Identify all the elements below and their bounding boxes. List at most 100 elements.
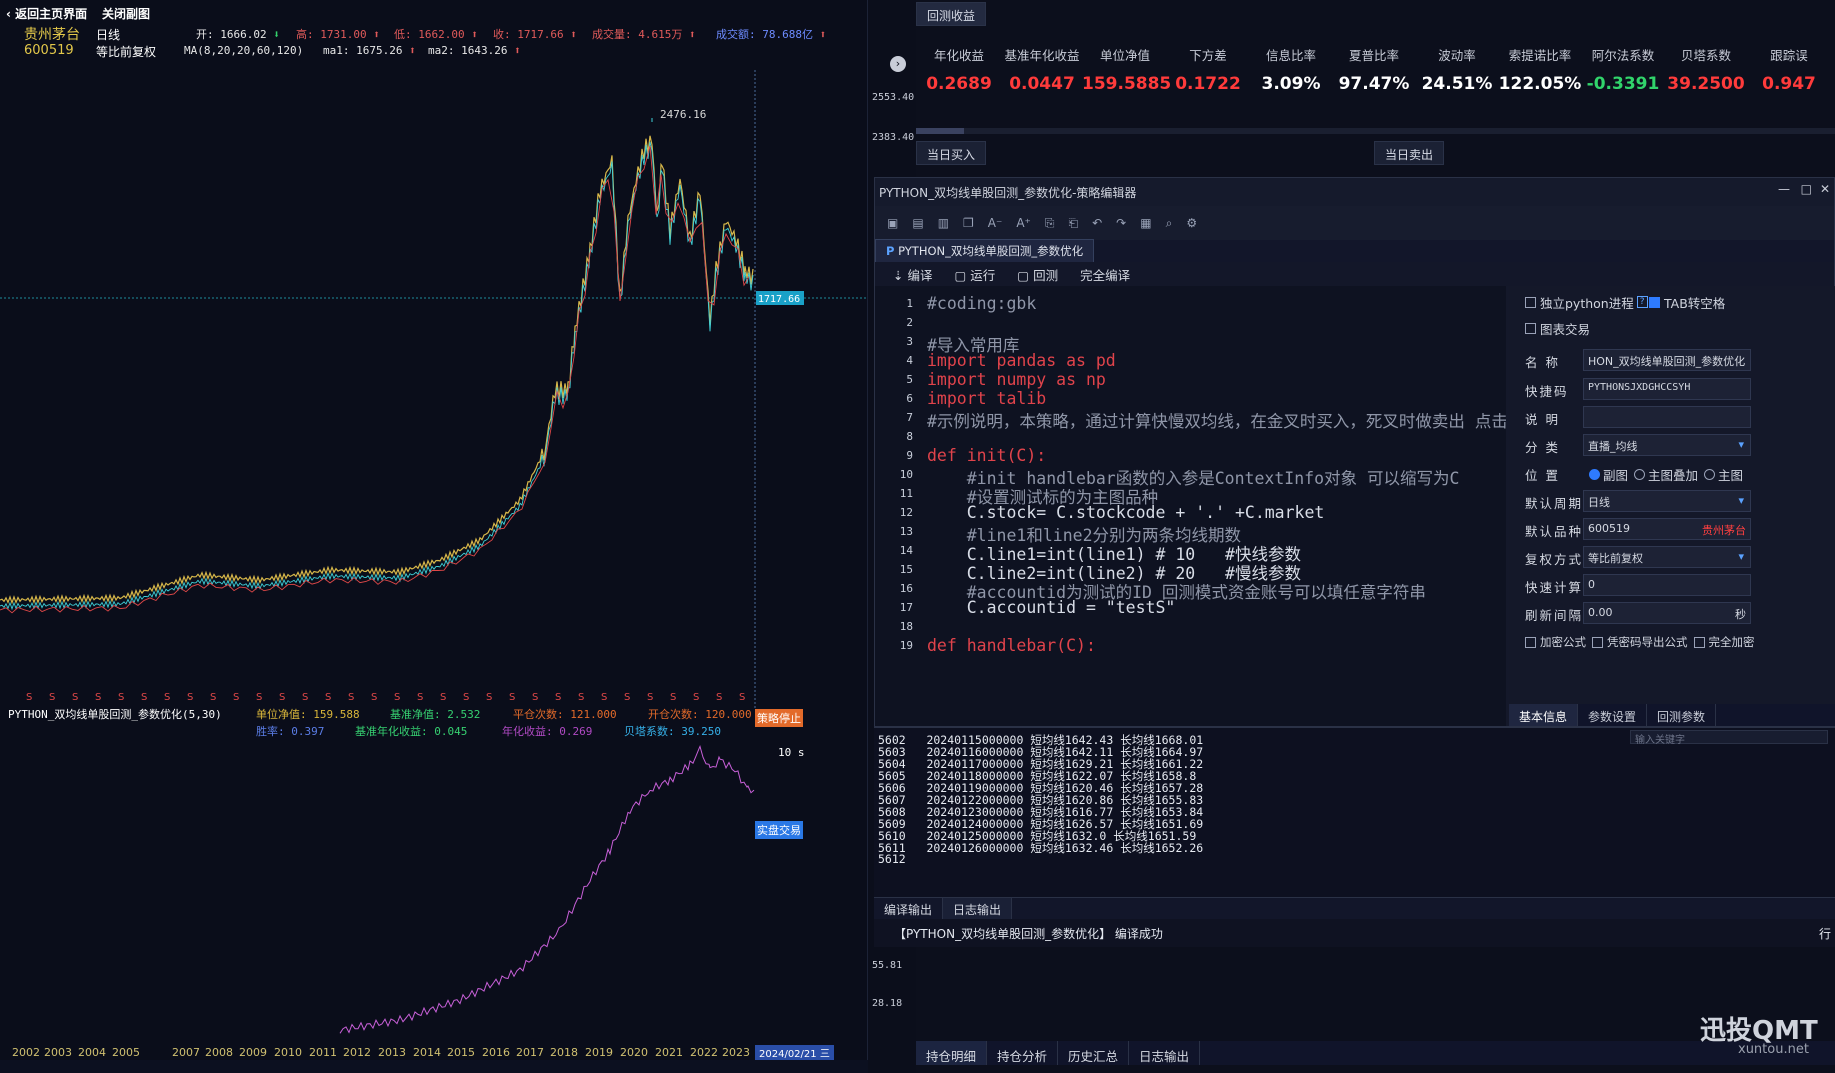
checkbox-checked-icon[interactable]: [1649, 296, 1660, 308]
year-tick: 2011: [309, 1046, 337, 1059]
tab-backtest-params[interactable]: 回测参数: [1647, 704, 1717, 726]
ma-params[interactable]: MA(8,20,20,60,120): [184, 44, 303, 57]
checkbox-icon[interactable]: [1525, 636, 1536, 648]
tab-positions[interactable]: 持仓明细: [916, 1041, 988, 1065]
category-select[interactable]: 直播_均线 ▾: [1583, 434, 1751, 456]
font-larger-icon[interactable]: A⁺: [1016, 216, 1031, 230]
name-field[interactable]: HON_双均线单股回测_参数优化: [1583, 349, 1751, 371]
tab-position-analysis[interactable]: 持仓分析: [987, 1041, 1059, 1065]
pos-main-label[interactable]: 主图: [1718, 465, 1743, 484]
tab-history-summary[interactable]: 历史汇总: [1058, 1041, 1130, 1065]
category-label: 分 类: [1525, 439, 1560, 455]
year-tick: 2009: [239, 1046, 267, 1059]
radio-icon[interactable]: [1634, 468, 1646, 480]
tab-buy-today[interactable]: 当日买入: [916, 141, 987, 165]
pos-sub-label[interactable]: 副图: [1603, 465, 1628, 484]
checkbox-icon[interactable]: [1525, 322, 1536, 334]
radio-icon[interactable]: [1704, 468, 1716, 480]
chart-trade-option[interactable]: 图表交易: [1525, 316, 1590, 340]
collapse-icon[interactable]: ›: [890, 56, 906, 72]
ma-line: [0, 141, 754, 611]
checkbox-icon[interactable]: [1693, 636, 1705, 648]
undo-icon[interactable]: ↶: [1092, 216, 1102, 230]
radio-selected-icon[interactable]: [1589, 468, 1600, 480]
log-output[interactable]: 输入关键字 5602 20240115000000 短均线1642.43 长均线…: [874, 727, 1835, 897]
run-button[interactable]: ▢ 运行: [954, 265, 995, 284]
tab-sell-today[interactable]: 当日卖出: [1374, 141, 1445, 165]
maximize-icon[interactable]: □: [1801, 182, 1812, 196]
full-compile-button[interactable]: 完全编译: [1080, 265, 1130, 284]
minimize-icon[interactable]: —: [1778, 182, 1790, 196]
copy-icon[interactable]: ❐: [963, 216, 974, 230]
period-label[interactable]: 日线: [96, 26, 120, 43]
export-label[interactable]: 凭密码导出公式: [1607, 634, 1688, 650]
font-smaller-icon[interactable]: A⁻: [988, 216, 1003, 230]
log-search-input[interactable]: 输入关键字: [1630, 730, 1828, 746]
strategy-stop-button[interactable]: 策略停止: [755, 709, 803, 727]
close-subchart-link[interactable]: 关闭副图: [102, 5, 150, 22]
metric-5: 夏普比率 97.47%: [1331, 45, 1417, 94]
search-icon[interactable]: ⌕: [1166, 216, 1173, 231]
close-icon[interactable]: ✕: [1820, 182, 1830, 196]
metric-value: 39.2500: [1667, 74, 1745, 94]
adjust-label[interactable]: 等比前复权: [96, 43, 156, 60]
year-tick: 2012: [343, 1046, 371, 1059]
full-encrypt-label[interactable]: 完全加密: [1709, 634, 1755, 650]
adjust-select[interactable]: 等比前复权 ▾: [1583, 546, 1751, 568]
symbol-field[interactable]: 600519 贵州茅台: [1583, 518, 1751, 540]
sell-signal: S: [187, 692, 193, 703]
chevron-down-icon: ▾: [1738, 550, 1744, 563]
tab-log[interactable]: 日志输出: [1129, 1041, 1201, 1065]
line-number: 14: [899, 544, 913, 557]
period-select[interactable]: 日线 ▾: [1583, 490, 1751, 512]
code-editor[interactable]: 1 2 3 4 5 6 7 8 9 10 11 12 13 14 15 16 17 18 19 #coding:gb…: [875, 286, 1506, 726]
metric-7: 索提诺比率 122.05%: [1497, 45, 1583, 94]
metric-0: 年化收益 0.2689: [916, 45, 1002, 94]
year-tick: 2015: [447, 1046, 475, 1059]
year-tick: 2021: [655, 1046, 683, 1059]
refresh-field[interactable]: 0.00 秒: [1583, 602, 1751, 624]
tab-backtest-returns[interactable]: 回测收益: [916, 2, 987, 26]
sell-signal: S: [164, 692, 170, 703]
code-line[interactable]: #coding:gbk: [927, 294, 1036, 316]
nav-subchart[interactable]: [0, 730, 868, 1035]
tab-log-output[interactable]: 日志输出: [943, 898, 1013, 919]
backtest-button[interactable]: ▢ 回测: [1017, 265, 1058, 284]
pos-overlay-label[interactable]: 主图叠加: [1648, 465, 1698, 484]
checkbox-icon[interactable]: [1592, 636, 1603, 648]
checkbox-icon[interactable]: [1525, 296, 1536, 308]
code-line[interactable]: def handlebar(C):: [927, 636, 1096, 658]
line-number: 12: [899, 506, 913, 519]
code-line[interactable]: #示例说明，本策略，通过计算快慢双均线，在金叉时买入，死叉时做卖出 点击回: [927, 408, 1506, 431]
price-chart[interactable]: 2476.16 1717.66 S S S S S S S S S S S S S S S S S S S S S S S S…: [0, 70, 868, 710]
independent-process-option[interactable]: 独立python进程?: [1525, 290, 1648, 314]
log-line: 5611 20240126000000 短均线1632.46 长均线1652.2…: [878, 841, 1204, 855]
tab-to-space-option[interactable]: TAB转空格: [1649, 290, 1725, 314]
sell-signal: S: [578, 692, 584, 703]
tab-params[interactable]: 参数设置: [1578, 704, 1648, 726]
save-icon[interactable]: ▣: [887, 216, 898, 230]
save-as-icon[interactable]: ▥: [938, 216, 949, 230]
quick-field[interactable]: 0: [1583, 574, 1751, 596]
symbol-name: 贵州茅台: [1702, 524, 1746, 537]
desc-field[interactable]: [1583, 406, 1751, 428]
encrypt-label[interactable]: 加密公式: [1540, 634, 1586, 650]
tab-basic-info[interactable]: 基本信息: [1509, 704, 1579, 726]
settings-icon[interactable]: ⚙: [1186, 216, 1197, 230]
back-to-home-link[interactable]: ‹ 返回主页界面: [6, 5, 87, 22]
file-tab[interactable]: P PYTHON_双均线单股回测_参数优化: [875, 239, 1095, 262]
scroll-thumb[interactable]: [916, 128, 964, 134]
doc-icon[interactable]: ▦: [1140, 216, 1151, 230]
metric-2: 单位净值 159.5885: [1082, 45, 1171, 94]
redo-icon[interactable]: ↷: [1116, 216, 1126, 230]
compile-button[interactable]: ⇣ 编译: [893, 265, 932, 284]
shortcut-field[interactable]: PYTHONSJXDGHCCSYH: [1583, 378, 1751, 400]
code-line[interactable]: C.accountid = "testS": [927, 598, 1176, 620]
export-icon[interactable]: ⎗: [1069, 216, 1079, 231]
tab-compile-output[interactable]: 编译输出: [874, 898, 944, 919]
line-number: 18: [899, 620, 913, 633]
help-icon[interactable]: ?: [1636, 296, 1648, 308]
save-all-icon[interactable]: ▤: [912, 216, 923, 230]
metrics-scrollbar[interactable]: [916, 128, 1835, 134]
import-icon[interactable]: ⎘: [1045, 216, 1055, 231]
